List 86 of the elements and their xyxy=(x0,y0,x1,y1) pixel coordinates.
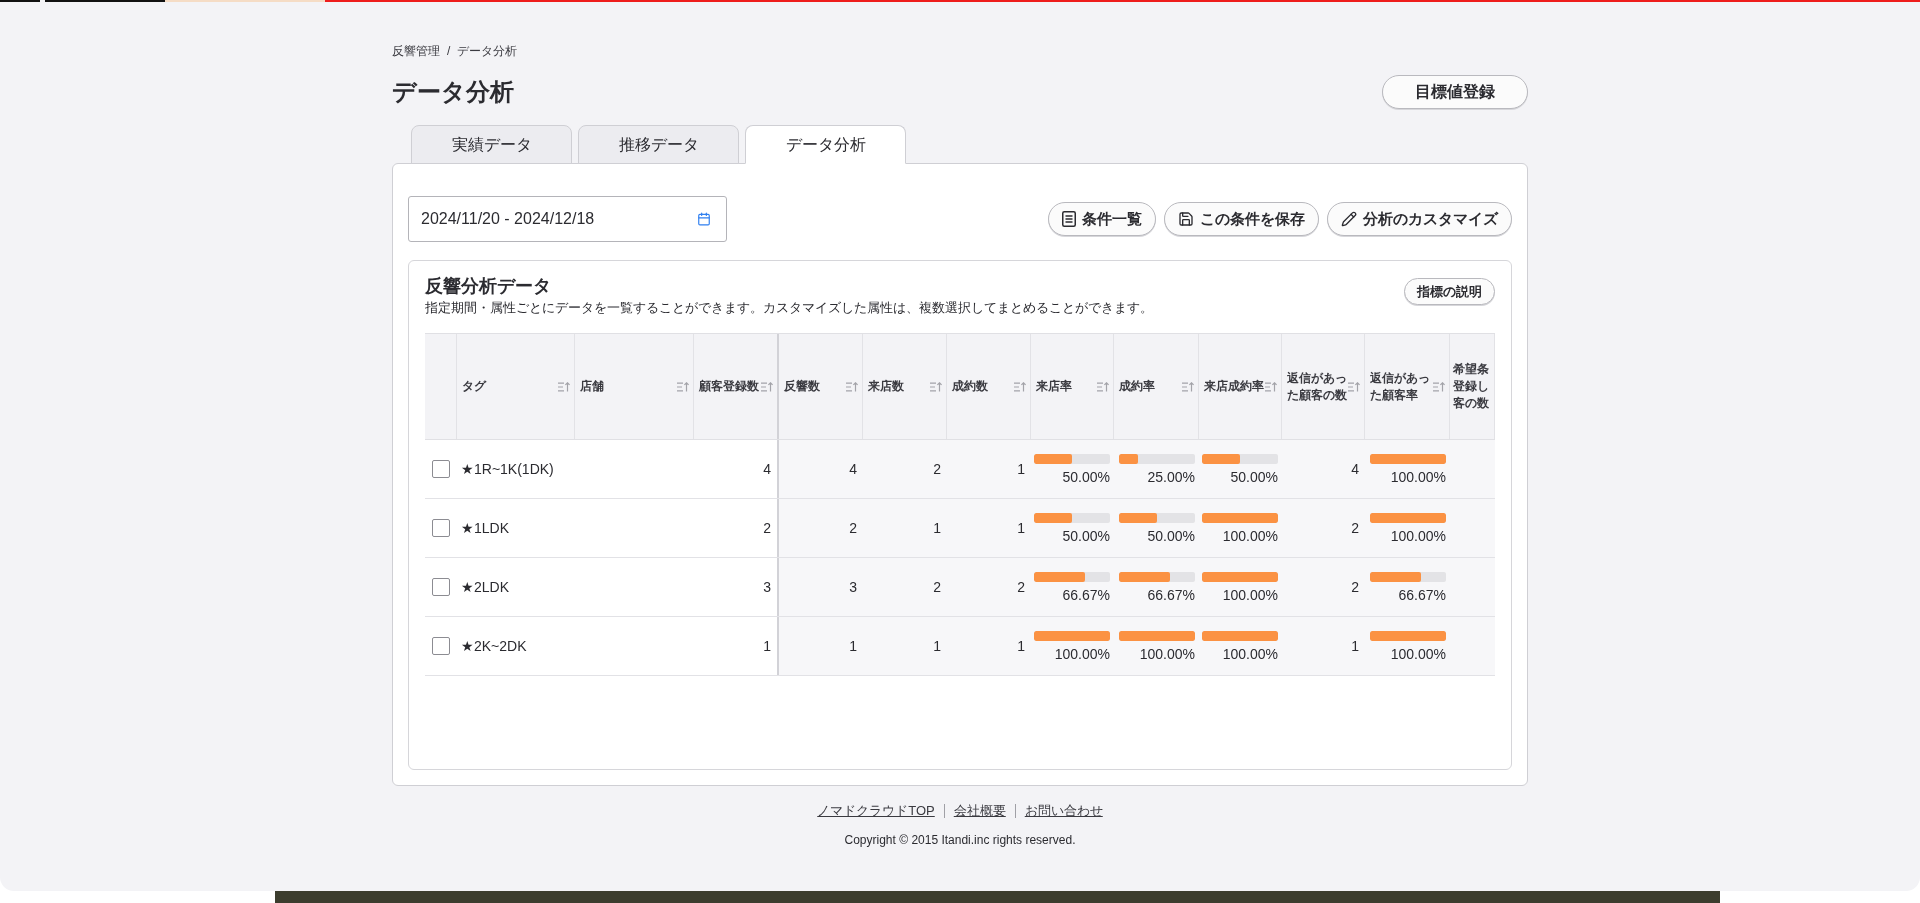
table-cell-text: 1 xyxy=(932,636,942,656)
rate-value: 50.00% xyxy=(1062,468,1110,486)
pencil-icon xyxy=(1341,211,1357,227)
table-cell-text: 1 xyxy=(1016,636,1026,656)
table-cell-text: 2 xyxy=(1350,518,1360,538)
table-cell-text: 1 xyxy=(1016,518,1026,538)
toolbar-button[interactable]: 分析のカスタマイズ xyxy=(1327,202,1512,236)
sort-icon[interactable] xyxy=(1014,381,1026,392)
table-cell-text: 2 xyxy=(1016,577,1026,597)
column-header[interactable]: 来店数 xyxy=(863,334,947,439)
column-header[interactable]: 顧客登録数 xyxy=(694,334,779,439)
column-header[interactable]: 返信があった顧客率 xyxy=(1365,334,1450,439)
calendar-icon[interactable] xyxy=(697,212,711,226)
sort-icon[interactable] xyxy=(1182,381,1194,392)
toolbar-button[interactable]: この条件を保存 xyxy=(1164,202,1319,236)
column-header[interactable]: 来店成約率 xyxy=(1199,334,1282,439)
table-cell-text: ★2LDK xyxy=(460,577,511,597)
rate-value: 100.00% xyxy=(1390,645,1446,663)
row-checkbox[interactable] xyxy=(432,460,450,478)
row-checkbox[interactable] xyxy=(432,578,450,596)
help-button[interactable]: 指標の説明 xyxy=(1404,278,1495,305)
rate-value: 50.00% xyxy=(1230,468,1278,486)
table-cell-text: 2 xyxy=(932,459,942,479)
column-header[interactable]: タグ xyxy=(457,334,575,439)
table-cell-text: 1 xyxy=(1016,459,1026,479)
sort-icon[interactable] xyxy=(558,381,570,392)
save-icon xyxy=(1178,211,1194,227)
rate-value: 100.00% xyxy=(1139,645,1195,663)
breadcrumb-current: データ分析 xyxy=(457,43,518,59)
rate-value: 100.00% xyxy=(1222,527,1278,545)
section-title: 反響分析データ xyxy=(425,275,552,298)
sort-icon[interactable] xyxy=(1265,381,1277,392)
table-cell-text: 2 xyxy=(1350,577,1360,597)
table-cell-text: 1 xyxy=(1350,636,1360,656)
table-cell-text: ★1R~1K(1DK) xyxy=(460,459,555,479)
sort-icon[interactable] xyxy=(1433,381,1445,392)
table-cell-text: 4 xyxy=(848,459,858,479)
row-checkbox[interactable] xyxy=(432,519,450,537)
footer-link[interactable]: お問い合わせ xyxy=(1024,802,1103,820)
table-cell-text: 2 xyxy=(932,577,942,597)
table-cell-text: 4 xyxy=(1350,459,1360,479)
sort-icon[interactable] xyxy=(677,381,689,392)
tab[interactable]: データ分析 xyxy=(745,125,906,164)
column-header[interactable]: 店舗 xyxy=(575,334,694,439)
list-icon xyxy=(1062,211,1076,227)
sort-icon[interactable] xyxy=(846,381,858,392)
footer-link[interactable]: ノマドクラウドTOP xyxy=(817,802,935,820)
sort-icon[interactable] xyxy=(1097,381,1109,392)
sort-icon[interactable] xyxy=(930,381,942,392)
column-header[interactable]: 成約率 xyxy=(1114,334,1199,439)
footer-link[interactable]: 会社概要 xyxy=(953,802,1006,820)
copyright-text: Copyright © 2015 Itandi.inc rights reserved. xyxy=(844,832,1076,848)
rate-value: 100.00% xyxy=(1222,645,1278,663)
column-header[interactable]: 反響数 xyxy=(779,334,863,439)
tab[interactable]: 実績データ xyxy=(411,125,572,164)
rate-value: 50.00% xyxy=(1062,527,1110,545)
rate-value: 66.67% xyxy=(1398,586,1446,604)
table-cell-text: 1 xyxy=(848,636,858,656)
rate-value: 100.00% xyxy=(1222,586,1278,604)
date-range-field[interactable]: 2024/11/20 - 2024/12/18 xyxy=(408,196,727,242)
target-register-button[interactable]: 目標値登録 xyxy=(1382,74,1528,109)
toolbar-button[interactable]: 条件一覧 xyxy=(1048,202,1156,236)
breadcrumb-separator: / xyxy=(447,43,451,59)
column-header[interactable]: 成約数 xyxy=(947,334,1031,439)
rate-value: 100.00% xyxy=(1390,527,1446,545)
column-header[interactable]: 希望条登録し客の数 xyxy=(1450,334,1495,439)
rate-value: 66.67% xyxy=(1147,586,1195,604)
rate-value: 50.00% xyxy=(1147,527,1195,545)
table-cell-text: ★2K~2DK xyxy=(460,636,528,656)
sort-icon[interactable] xyxy=(761,381,773,392)
sort-icon[interactable] xyxy=(1348,381,1360,392)
table-cell-text: ★1LDK xyxy=(460,518,511,538)
row-checkbox[interactable] xyxy=(432,637,450,655)
column-header[interactable]: 返信があった顧客の数 xyxy=(1282,334,1365,439)
rate-value: 100.00% xyxy=(1054,645,1110,663)
rate-value: 66.67% xyxy=(1062,586,1110,604)
section-description: 指定期間・属性ごとにデータを一覧することができます。カスタマイズした属性は、複数選択してまとめることができます。 xyxy=(425,299,1153,317)
column-header[interactable]: 来店率 xyxy=(1031,334,1114,439)
tab[interactable]: 推移データ xyxy=(578,125,739,164)
table-cell-text: 2 xyxy=(848,518,858,538)
breadcrumb-link[interactable]: 反響管理 xyxy=(392,43,440,59)
table-cell-text: 1 xyxy=(932,518,942,538)
page-title: データ分析 xyxy=(392,76,514,107)
rate-value: 100.00% xyxy=(1390,468,1446,486)
rate-value: 25.00% xyxy=(1147,468,1195,486)
table-cell-text: 3 xyxy=(848,577,858,597)
